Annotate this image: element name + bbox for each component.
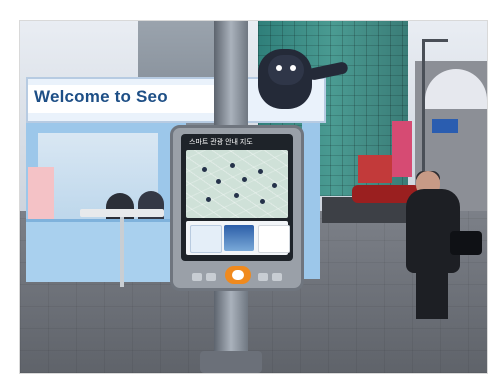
booth-post-right <box>302 123 320 279</box>
streetlamp-arm <box>422 39 448 42</box>
photo-frame: Welcome to Seo 스마트 관광 안내 지도 <box>0 0 501 388</box>
map-pin <box>216 179 221 184</box>
map-pin <box>230 163 235 168</box>
map-pin <box>258 169 263 174</box>
kiosk-thumbnail[interactable] <box>224 225 254 251</box>
map-pin <box>242 177 247 182</box>
map-pin <box>260 199 265 204</box>
kiosk-qr-code-icon[interactable] <box>258 225 290 253</box>
banner-pink <box>392 121 412 177</box>
high-table-leg <box>120 217 124 287</box>
map-pin <box>234 193 239 198</box>
circle-logo-inner <box>232 270 244 280</box>
kiosk-button[interactable] <box>258 273 268 281</box>
kiosk-button[interactable] <box>272 273 282 281</box>
kiosk-pole-base <box>200 351 262 373</box>
mascot-eye-left <box>276 65 282 71</box>
map-pin <box>206 197 211 202</box>
kiosk-button[interactable] <box>192 273 202 281</box>
mascot-eye-right <box>290 65 296 71</box>
shop-sign-red <box>358 155 392 183</box>
high-table-top <box>80 209 164 217</box>
map-pin <box>272 183 277 188</box>
pedestrian-legs <box>416 269 448 319</box>
booth-counter <box>26 219 186 282</box>
kiosk-thumbnail[interactable] <box>190 225 222 253</box>
traffic-sign-blue <box>432 119 458 133</box>
street-photo: Welcome to Seo 스마트 관광 안내 지도 <box>20 21 487 373</box>
booth-banner <box>28 167 54 227</box>
kiosk-title: 스마트 관광 안내 지도 <box>189 139 253 146</box>
pedestrian-bag <box>450 231 482 255</box>
booth-sign-text: Welcome to Seo <box>34 87 168 106</box>
mascot-head <box>268 55 304 85</box>
map-pin <box>202 167 207 172</box>
kiosk-button[interactable] <box>206 273 216 281</box>
